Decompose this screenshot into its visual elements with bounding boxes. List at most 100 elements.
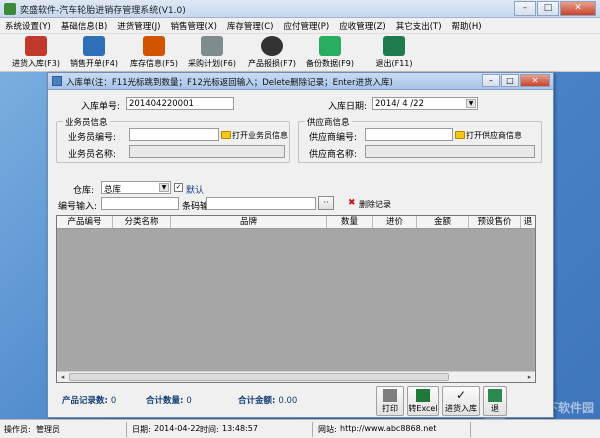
column-category[interactable]: 分类名称	[113, 216, 171, 228]
total-amount-value: 0.00	[278, 396, 298, 406]
salesperson-group-title: 业务员信息	[63, 116, 110, 128]
product-loss-button[interactable]: 产品报损(F7)	[244, 35, 300, 71]
menu-purchase[interactable]: 进货管理(J)	[112, 18, 165, 33]
product-grid[interactable]: 产品编号 分类名称 品牌 数量 进价 金额 预设售价 退 ◂ ▸	[56, 215, 536, 383]
delete-record-button[interactable]: 删除记录	[359, 199, 391, 210]
dialog-exit-button[interactable]: 退	[483, 386, 507, 416]
time-label: 时间:	[200, 425, 219, 434]
date-value: 2014-04-22	[154, 424, 201, 433]
barcode-input[interactable]	[206, 197, 316, 210]
delete-icon[interactable]: ✖	[348, 198, 356, 208]
supplier-name-field	[365, 145, 535, 158]
tire-icon	[261, 36, 283, 56]
minimize-button[interactable]: –	[514, 1, 536, 16]
date-label: 日期:	[132, 425, 151, 434]
menu-sales[interactable]: 销售管理(X)	[165, 18, 221, 33]
scroll-left-icon[interactable]: ◂	[57, 372, 68, 382]
menu-basic-info[interactable]: 基础信息(B)	[56, 18, 112, 33]
scroll-thumb[interactable]	[69, 373, 449, 381]
order-date-picker[interactable]: 2014/ 4 /22 ▼	[372, 97, 478, 110]
sales-order-button[interactable]: 销售开单(F4)	[66, 35, 122, 71]
record-count-value: 0	[110, 396, 117, 406]
app-logo-icon	[4, 3, 16, 15]
print-button[interactable]: 打印	[376, 386, 404, 416]
sales-order-icon	[83, 36, 105, 56]
dialog-minimize-button[interactable]: –	[482, 74, 500, 87]
menu-system-settings[interactable]: 系统设置(Y)	[0, 18, 56, 33]
menu-payables[interactable]: 应付管理(P)	[278, 18, 334, 33]
total-amount-summary: 合计金额: 0.00	[238, 396, 298, 406]
open-supplier-link[interactable]: 打开供应商信息	[466, 130, 522, 141]
exit-icon	[383, 36, 405, 56]
dialog-titlebar: 入库单(注：F11光标跳到数量；F12光标返回输入；Delete删除记录；Ent…	[48, 73, 553, 90]
column-amount[interactable]: 金额	[417, 216, 469, 228]
order-date-label: 入库日期:	[328, 102, 368, 112]
order-no-field[interactable]: 201404220001	[126, 97, 234, 110]
handshake-icon	[201, 36, 223, 56]
operator-label: 操作员:	[4, 425, 31, 434]
operator-value: 管理员	[36, 425, 60, 434]
website-link[interactable]: http://www.abc8868.net	[340, 424, 436, 433]
stock-in-submit-button[interactable]: ✓ 进货入库	[442, 386, 480, 416]
export-excel-button[interactable]: 转Excel	[407, 386, 439, 416]
dialog-close-button[interactable]: ✕	[520, 74, 550, 87]
supplier-name-label: 供应商名称:	[309, 150, 358, 160]
close-button[interactable]: ✕	[560, 1, 596, 16]
status-bar: 操作员: 管理员 日期: 2014-04-22 时间: 13:48:57 网站:…	[0, 419, 600, 438]
scroll-right-icon[interactable]: ▸	[524, 372, 535, 382]
menu-bar: 系统设置(Y) 基础信息(B) 进货管理(J) 销售管理(X) 库存管理(C) …	[0, 18, 600, 34]
supplier-id-label: 供应商编号:	[309, 133, 358, 143]
open-salesperson-link[interactable]: 打开业务员信息	[232, 130, 288, 141]
code-input-label: 编号输入:	[58, 202, 98, 212]
chevron-down-icon[interactable]: ▼	[466, 99, 476, 108]
website-label: 网站:	[318, 425, 337, 434]
column-product-no[interactable]: 产品编号	[57, 216, 113, 228]
column-purchase-price[interactable]: 进价	[373, 216, 417, 228]
salesperson-id-input[interactable]	[129, 128, 219, 141]
warehouse-select[interactable]: 总库 ▼	[101, 181, 171, 194]
supplier-group-title: 供应商信息	[305, 116, 352, 128]
window-controls: – □ ✕	[513, 1, 596, 16]
status-divider	[312, 422, 313, 437]
code-input[interactable]	[101, 197, 179, 210]
salesperson-name-label: 业务员名称:	[68, 150, 117, 160]
column-brand[interactable]: 品牌	[171, 216, 327, 228]
total-quantity-summary: 合计数量: 0	[146, 396, 192, 406]
backup-icon	[319, 36, 341, 56]
warehouse-label: 仓库:	[73, 186, 95, 196]
excel-icon	[416, 389, 430, 402]
dialog-icon	[52, 76, 62, 86]
default-checkbox[interactable]: ✓	[174, 183, 183, 192]
exit-button[interactable]: 退出(F11)	[370, 35, 418, 71]
inventory-info-button[interactable]: 库存信息(F5)	[126, 35, 182, 71]
folder-icon[interactable]	[221, 131, 231, 139]
dialog-title: 入库单(注：F11光标跳到数量；F12光标返回输入；Delete删除记录；Ent…	[66, 78, 393, 88]
stock-in-button[interactable]: 进货入库(F3)	[8, 35, 64, 71]
menu-inventory[interactable]: 库存管理(C)	[222, 18, 279, 33]
grid-header: 产品编号 分类名称 品牌 数量 进价 金额 预设售价 退	[57, 216, 535, 229]
folder-icon[interactable]	[455, 131, 465, 139]
grid-horizontal-scrollbar[interactable]: ◂ ▸	[57, 371, 535, 382]
stock-in-icon	[25, 36, 47, 56]
salesperson-id-label: 业务员编号:	[68, 133, 117, 143]
maximize-button[interactable]: □	[537, 1, 559, 16]
menu-help[interactable]: 帮助(H)	[447, 18, 487, 33]
dialog-maximize-button[interactable]: □	[501, 74, 519, 87]
column-preset-price[interactable]: 预设售价	[469, 216, 521, 228]
column-quantity[interactable]: 数量	[327, 216, 373, 228]
menu-receivables[interactable]: 应收管理(Z)	[334, 18, 390, 33]
dialog-window-controls: – □ ✕	[481, 74, 550, 87]
purchase-plan-button[interactable]: 采购计划(F6)	[184, 35, 240, 71]
column-return[interactable]: 退	[521, 216, 535, 228]
total-quantity-value: 0	[186, 396, 192, 406]
menu-other-expenses[interactable]: 其它支出(T)	[391, 18, 447, 33]
status-divider	[470, 422, 471, 437]
browse-button[interactable]: ··	[318, 196, 334, 210]
warehouse-icon	[143, 36, 165, 56]
backup-data-button[interactable]: 备份数据(F9)	[302, 35, 358, 71]
record-count-summary: 产品记录数: 0	[62, 396, 117, 406]
supplier-id-input[interactable]	[365, 128, 453, 141]
order-date-value: 2014/ 4 /22	[375, 99, 424, 109]
chevron-down-icon[interactable]: ▼	[159, 183, 169, 192]
app-titlebar: 奕盛软件-汽车轮胎进销存管理系统(V1.0) – □ ✕	[0, 0, 600, 18]
